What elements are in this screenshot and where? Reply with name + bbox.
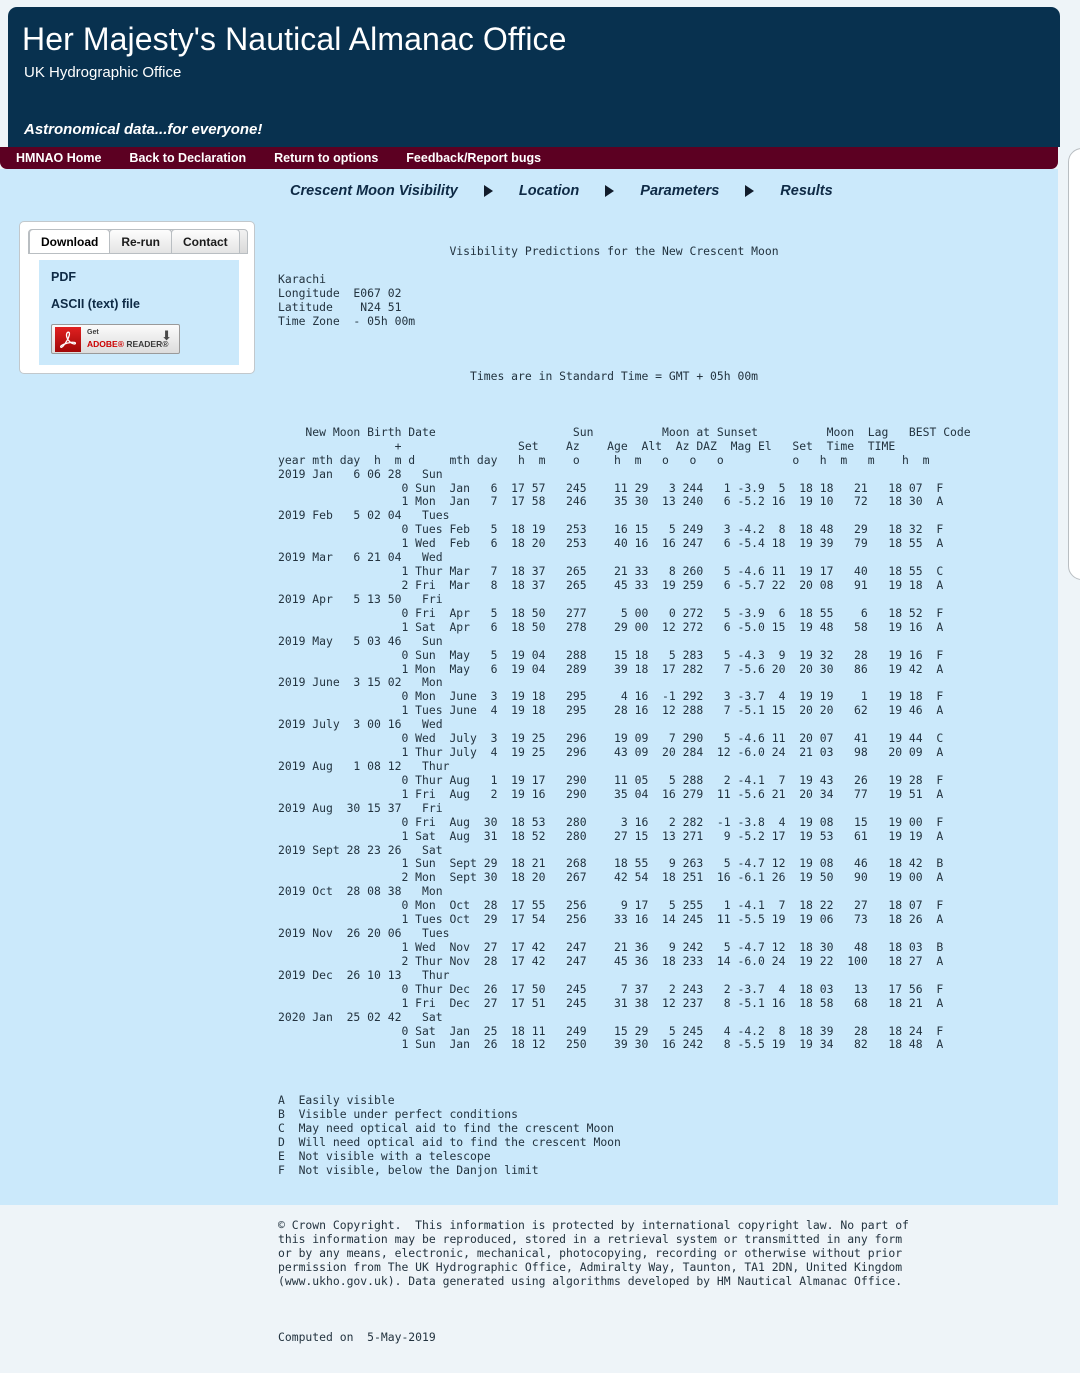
site-tagline: Astronomical data...for everyone! (24, 121, 263, 138)
page-root: Her Majesty's Nautical Almanac Office UK… (0, 0, 1080, 1344)
report-spacer (278, 398, 971, 412)
breadcrumb: Crescent Moon Visibility Location Parame… (290, 183, 833, 199)
chevron-right-icon (483, 185, 493, 197)
site-title: Her Majesty's Nautical Almanac Office (22, 21, 567, 57)
report-spacer (278, 1192, 971, 1206)
report-computed-on: Computed on 5-May-2019 (278, 1329, 436, 1344)
report-spacer (278, 1303, 971, 1317)
report-heading: Visibility Predictions for the New Cresc… (278, 243, 779, 258)
breadcrumb-item-parameters[interactable]: Parameters (640, 183, 719, 199)
sidebar-tabstrip: Download Re-run Contact (28, 229, 248, 254)
nav-link-hmnao-home[interactable]: HMNAO Home (16, 151, 101, 165)
get-adobe-reader-button[interactable]: Get ADOBE® READER® ⬇ (51, 324, 180, 354)
site-masthead: Her Majesty's Nautical Almanac Office UK… (8, 7, 1060, 147)
report-spacer (278, 342, 971, 356)
breadcrumb-item-location[interactable]: Location (519, 183, 579, 199)
chevron-right-icon (605, 185, 615, 197)
tab-re-run[interactable]: Re-run (109, 229, 172, 253)
adobe-button-line1: Get (87, 329, 99, 336)
navbar-links: HMNAO Home Back to Declaration Return to… (16, 147, 541, 169)
content-area: Crescent Moon Visibility Location Parame… (0, 169, 1058, 1344)
breadcrumb-item-results[interactable]: Results (780, 183, 832, 199)
right-edge-panel (1068, 148, 1080, 580)
nav-link-return-to-options[interactable]: Return to options (274, 151, 378, 165)
adobe-brand-text: ADOBE® (87, 339, 124, 349)
download-link-pdf[interactable]: PDF (51, 270, 239, 284)
tab-contact[interactable]: Contact (171, 229, 240, 253)
report-legend: A Easily visible B Visible under perfect… (278, 1093, 621, 1177)
download-arrow-icon: ⬇ (161, 328, 172, 343)
download-tab-panel: PDF ASCII (text) file Get ADOBE® READER®… (39, 260, 239, 365)
tab-download[interactable]: Download (29, 229, 111, 253)
nav-link-back-to-declaration[interactable]: Back to Declaration (129, 151, 246, 165)
adobe-acrobat-icon (55, 327, 81, 352)
chevron-right-icon (745, 185, 755, 197)
breadcrumb-item-crescent-moon-visibility[interactable]: Crescent Moon Visibility (290, 183, 458, 199)
report-times-note: Times are in Standard Time = GMT + 05h 0… (278, 369, 759, 384)
nav-link-feedback-report-bugs[interactable]: Feedback/Report bugs (406, 151, 541, 165)
report-location-block: Karachi Longitude E067 02 Latitude N24 5… (278, 271, 416, 328)
main-navbar: HMNAO Home Back to Declaration Return to… (0, 147, 1058, 169)
report-spacer (278, 1066, 971, 1080)
report-output: Visibility Predictions for the New Cresc… (278, 231, 971, 1373)
sidebar-card: Download Re-run Contact PDF ASCII (text)… (19, 221, 255, 374)
adobe-button-line2: ADOBE® READER® (87, 339, 169, 349)
site-subtitle: UK Hydrographic Office (24, 64, 182, 81)
download-link-ascii-text-file[interactable]: ASCII (text) file (51, 297, 239, 311)
report-table: New Moon Birth Date Sun Moon at Sunset M… (278, 424, 971, 1052)
report-copyright: © Crown Copyright. This information is p… (278, 1218, 909, 1289)
